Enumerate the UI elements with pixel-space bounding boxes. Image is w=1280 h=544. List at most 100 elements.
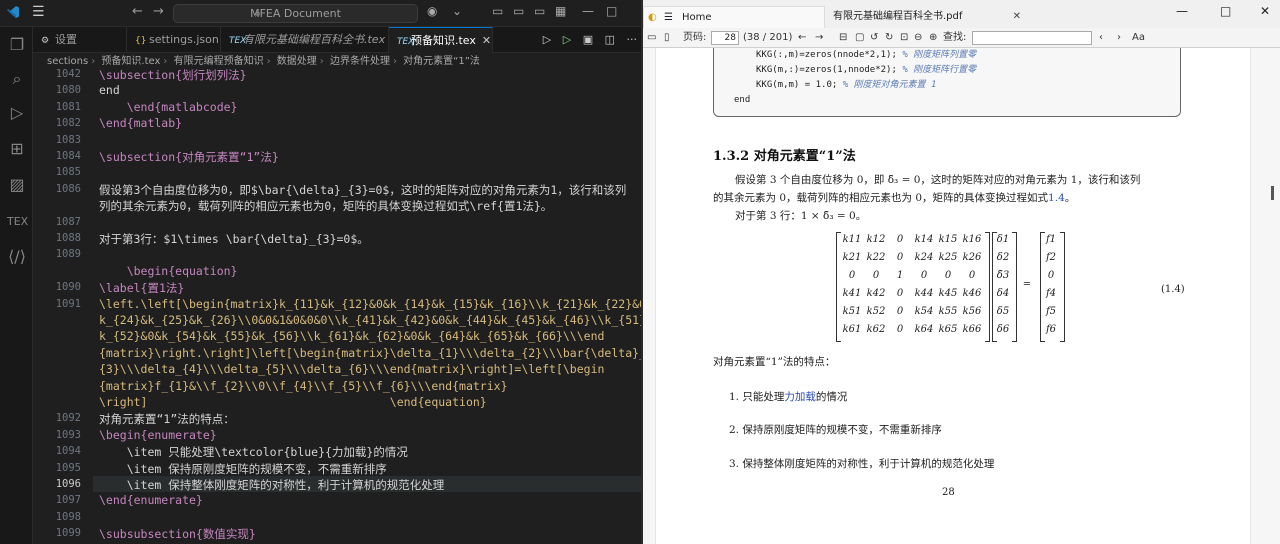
equation-ref-link[interactable]: 1.4	[1048, 192, 1065, 204]
tex-file-icon: TEX	[229, 36, 247, 46]
code-line: 对于第3行：$1\times \bar{\delta}_{3}=0$。	[99, 232, 369, 246]
force-load-link[interactable]: 力加载	[784, 391, 816, 403]
tab-pdf-document[interactable]: 有限元基础编程百科全书.pdf ✕	[827, 6, 1027, 28]
list-text: 保持原刚度矩阵的规模不变，不需重新排序	[742, 424, 942, 436]
match-case-icon[interactable]: Aa	[1132, 28, 1145, 48]
matrix-cell: k52	[866, 306, 886, 317]
code-comment: % 刚度矩阵列置零	[902, 50, 977, 60]
remote-icon[interactable]: ⟨/⟩	[7, 247, 27, 267]
list-item: 1. 只能处理力加载的情况	[729, 389, 847, 404]
line-number: 1042	[55, 68, 81, 80]
matrix-cell: 1	[896, 270, 904, 281]
matrix-cell: k15	[938, 234, 958, 245]
close-window-icon[interactable]: ✕	[1260, 4, 1270, 18]
maximize-icon[interactable]: □	[606, 4, 617, 18]
close-icon[interactable]: ✕	[482, 34, 491, 47]
search-label: MFEA Document	[250, 7, 341, 20]
matrix-cell: k55	[938, 306, 958, 317]
page-number-input[interactable]: 28	[711, 31, 739, 45]
run-icon[interactable]: ▷	[543, 33, 551, 46]
features-title: 对角元素置“1”法的特点：	[713, 356, 836, 368]
layout-icon[interactable]: ▦	[555, 4, 566, 18]
tab-home[interactable]: ◐ ☰ Home	[643, 6, 825, 28]
matrix-cell: k25	[938, 252, 958, 263]
matrix-cell: 0	[848, 270, 856, 281]
breadcrumb-item[interactable]: 有限元编程预备知识	[174, 56, 264, 67]
page-number: 28	[942, 487, 955, 498]
vector-cell: f4	[1045, 288, 1057, 299]
minimize-icon[interactable]: —	[1176, 4, 1188, 18]
vector-cell: δ6	[996, 324, 1010, 335]
matrix-cell: 0	[896, 324, 904, 335]
matrix-cell: k24	[914, 252, 934, 263]
back-icon[interactable]: ←	[132, 4, 143, 19]
pdf-page: KKG(:,m)=zeros(nnode*2,1); % 刚度矩阵列置零 KKG(…	[655, 48, 1251, 544]
code-line: 对角元素置“1”法的特点：	[99, 412, 235, 427]
breadcrumb-item[interactable]: 边界条件处理	[330, 56, 390, 67]
tab-settings[interactable]: ⚙ 设置	[33, 27, 127, 53]
find-input[interactable]	[972, 31, 1092, 45]
list-item: 3. 保持整体刚度矩阵的对称性，利于计算机的规范化处理	[729, 456, 994, 471]
tab-settings-json[interactable]: {} settings.json	[127, 27, 221, 53]
open-icon[interactable]: ▭	[647, 28, 656, 48]
build-icon[interactable]: ▷	[563, 33, 571, 46]
single-page-icon[interactable]: ▢	[855, 28, 864, 48]
code-line: k_{52}&0&k_{54}&k_{55}&k_{56}\\k_{61}&k_…	[99, 329, 605, 344]
search-view-icon[interactable]: ⌕	[7, 69, 27, 89]
continuous-view-icon[interactable]: ⊟	[839, 28, 847, 48]
code-line: \subsubsection{数值实现}	[99, 527, 256, 542]
copilot-dropdown-icon[interactable]: ⌄	[452, 4, 462, 18]
rotate-left-icon[interactable]: ↺	[870, 28, 878, 48]
tab-prerequisites-tex[interactable]: TEX预备知识.tex ✕	[389, 27, 493, 53]
bookmarks-icon[interactable]: ▯	[664, 28, 670, 48]
copilot-icon[interactable]: ◉	[427, 4, 437, 18]
find-next-icon[interactable]: ›	[1117, 28, 1121, 48]
chart-icon[interactable]: ▨	[7, 175, 27, 195]
chevron-right-icon: ›	[91, 56, 96, 67]
extensions-icon[interactable]: ⊞	[7, 139, 27, 159]
matrix-cell: k21	[842, 252, 862, 263]
line-number: 1083	[55, 133, 81, 146]
tex-icon[interactable]: TEX	[7, 212, 28, 232]
toggle-sidebar-icon[interactable]: ▭	[492, 4, 503, 18]
breadcrumb-item[interactable]: 数据处理	[277, 56, 317, 67]
explorer-icon[interactable]: ❐	[7, 35, 27, 55]
rotate-right-icon[interactable]: ↻	[885, 28, 893, 48]
fit-width-icon[interactable]: ⊡	[900, 28, 908, 48]
preview-icon[interactable]: ▣	[583, 33, 593, 46]
command-center-search[interactable]: ⌕ MFEA Document	[173, 4, 418, 23]
tab-encyclopedia-tex[interactable]: TEX有限元基础编程百科全书.tex	[221, 27, 389, 53]
editor-actions: ▷ ▷ ▣ ◫ ···	[535, 27, 637, 53]
code-text: end	[734, 95, 751, 105]
forward-icon[interactable]: →	[153, 4, 164, 19]
zoom-in-icon[interactable]: ⊕	[929, 28, 937, 48]
next-page-icon[interactable]: →	[815, 28, 823, 48]
more-actions-icon[interactable]: ···	[627, 33, 638, 46]
menu-icon[interactable]: ☰	[32, 4, 45, 20]
code-editor[interactable]: 1042 \subsection{划行划列法} 1080 end 1081 \end{m…	[33, 68, 641, 544]
matrix-cell: k54	[914, 306, 934, 317]
matrix-cell: k42	[866, 288, 886, 299]
breadcrumb-item[interactable]: 对角元素置“1”法	[403, 56, 480, 67]
vector-cell: δ1	[996, 234, 1010, 245]
tab-label: 有限元基础编程百科全书.tex	[243, 33, 386, 46]
line-number: 1093	[55, 428, 81, 441]
zoom-out-icon[interactable]: ⊖	[914, 28, 922, 48]
close-icon[interactable]: ✕	[1013, 6, 1021, 28]
maximize-icon[interactable]: □	[1220, 4, 1231, 18]
breadcrumb-item[interactable]: 预备知识.tex	[101, 56, 160, 67]
find-prev-icon[interactable]: ‹	[1099, 28, 1103, 48]
line-number: 1080	[55, 84, 81, 97]
tab-label: 预备知识.tex	[411, 34, 476, 47]
run-debug-icon[interactable]: ▷	[7, 103, 27, 123]
hamburger-icon[interactable]: ☰	[664, 7, 673, 29]
code-line: \left.\left[\begin{matrix}k_{11}&k_{12}&…	[99, 296, 641, 311]
toggle-secondary-sidebar-icon[interactable]: ▭	[534, 4, 545, 18]
matrix-cell: k22	[866, 252, 886, 263]
minimize-icon[interactable]: —	[582, 4, 594, 18]
prev-page-icon[interactable]: ←	[798, 28, 806, 48]
split-editor-icon[interactable]: ◫	[605, 33, 615, 46]
toggle-panel-icon[interactable]: ▭	[513, 4, 524, 18]
pdf-scrollbar-thumb[interactable]	[1271, 186, 1274, 200]
breadcrumb-item[interactable]: sections	[47, 56, 88, 67]
